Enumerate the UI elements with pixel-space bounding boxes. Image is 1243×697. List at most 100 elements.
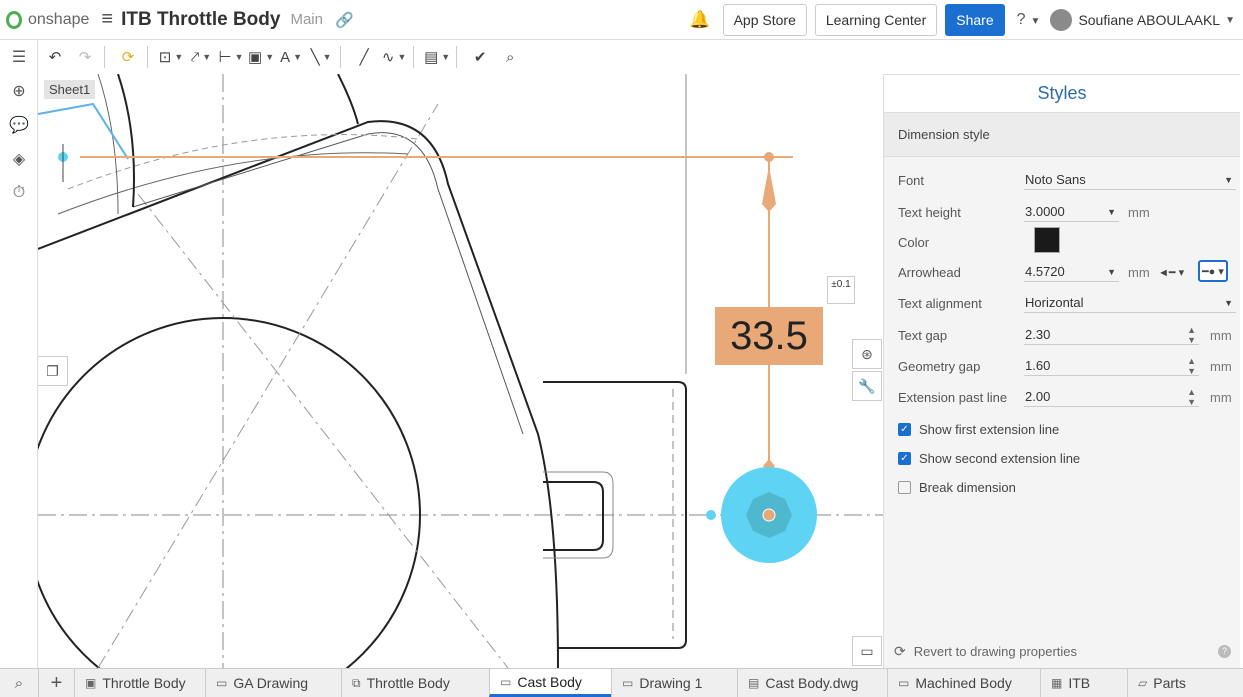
line-icon[interactable]: ╱ bbox=[351, 44, 377, 70]
color-swatch[interactable] bbox=[1034, 227, 1060, 253]
toolbar-divider bbox=[104, 46, 105, 68]
text-height-label: Text height bbox=[898, 204, 961, 220]
inspect-icon[interactable]: ⌕ bbox=[497, 44, 523, 70]
undo-icon[interactable]: ↶ bbox=[42, 44, 68, 70]
share-button[interactable]: Share bbox=[945, 4, 1005, 36]
tab-itb[interactable]: ▦ ITB bbox=[1040, 669, 1127, 697]
tab-cast-body-dwg[interactable]: ▤ Cast Body.dwg bbox=[737, 669, 887, 697]
panel-section-header: Dimension style bbox=[884, 113, 1240, 157]
onshape-logo[interactable]: onshape bbox=[6, 10, 89, 29]
show-first-extension-line-checkbox[interactable]: ✓ Show first extension line bbox=[898, 422, 1059, 437]
folder-icon: ▱ bbox=[1138, 676, 1148, 690]
tolerance-badge[interactable]: ±0.1 bbox=[827, 276, 855, 304]
tab-throttle-body-assembly[interactable]: ⧉ Throttle Body bbox=[341, 669, 489, 697]
tab-manager-icon[interactable]: ⌕ bbox=[0, 669, 38, 697]
tab-drawing-1[interactable]: ▭ Drawing 1 bbox=[611, 669, 737, 697]
styles-panel: Styles Dimension style Font Noto Sans ▼ T… bbox=[883, 74, 1240, 668]
app-store-button[interactable]: App Store bbox=[722, 4, 807, 36]
insert-view-icon[interactable]: ⊡ ▼ bbox=[158, 44, 184, 70]
text-alignment-label: Text alignment bbox=[898, 295, 982, 311]
geometry-gap-stepper[interactable]: 1.60 ▲ ▼ bbox=[1024, 356, 1199, 376]
font-select[interactable]: Noto Sans ▼ bbox=[1024, 170, 1236, 190]
wrench-icon[interactable]: 🔧 bbox=[852, 371, 882, 401]
redo-icon[interactable]: ↷ bbox=[72, 44, 98, 70]
appearance-icon[interactable]: ⊛ bbox=[852, 339, 882, 369]
extension-past-line-value: 2.00 bbox=[1025, 389, 1051, 404]
font-value: Noto Sans bbox=[1025, 172, 1086, 187]
tab-machined-body[interactable]: ▭ Machined Body bbox=[887, 669, 1040, 697]
arrowhead-dot-style-icon[interactable]: ━● ▾ bbox=[1198, 260, 1228, 282]
spinner-icon: ▲ ▼ bbox=[1187, 356, 1196, 376]
checkbox-label: Break dimension bbox=[919, 480, 1016, 495]
geometry-gap-unit: mm bbox=[1210, 358, 1232, 374]
text-height-select[interactable]: 3.0000 ▼ bbox=[1024, 202, 1119, 222]
spline-icon[interactable]: ∿ ▼ bbox=[381, 44, 407, 70]
feature-list-icon[interactable]: ☰ bbox=[0, 40, 38, 74]
learning-center-button[interactable]: Learning Center bbox=[814, 4, 938, 36]
help-icon[interactable]: ? ▼ bbox=[1017, 11, 1041, 29]
extension-past-line-row: Extension past line 2.00 ▲ ▼ mm bbox=[898, 386, 1238, 408]
tab-label: GA Drawing bbox=[233, 675, 309, 691]
note-icon[interactable]: ▣ ▼ bbox=[248, 44, 274, 70]
toolbar-divider bbox=[147, 46, 148, 68]
hamburger-menu-icon[interactable]: ≡ bbox=[101, 8, 113, 31]
spinner-icon: ▲ ▼ bbox=[1187, 325, 1196, 345]
checkbox-label: Show first extension line bbox=[919, 422, 1060, 437]
arrowhead-size-select[interactable]: 4.5720 ▼ bbox=[1024, 262, 1119, 282]
projected-view-icon[interactable]: ⤤ ▼ bbox=[188, 44, 214, 70]
geometry-gap-row: Geometry gap 1.60 ▲ ▼ mm bbox=[898, 355, 1238, 377]
document-branch[interactable]: Main bbox=[290, 11, 323, 28]
export-dxf-icon[interactable]: ▤ ▼ bbox=[424, 44, 450, 70]
text-icon[interactable]: A ▼ bbox=[278, 44, 304, 70]
tab-ga-drawing[interactable]: ▭ GA Drawing bbox=[205, 669, 341, 697]
left-rail: ☰ ⊕ 💬 ◈ ⏱ bbox=[0, 40, 38, 668]
onshape-logo-icon bbox=[6, 10, 22, 29]
color-row: Color bbox=[898, 227, 1238, 253]
centerline-icon[interactable]: ╲ ▼ bbox=[308, 44, 334, 70]
document-title[interactable]: ITB Throttle Body bbox=[121, 9, 280, 31]
dimension-icon[interactable]: ⊢ ▼ bbox=[218, 44, 244, 70]
assembly-icon: ⧉ bbox=[352, 675, 361, 690]
add-tab-button[interactable]: + bbox=[38, 669, 74, 697]
tab-label: Parts bbox=[1153, 675, 1186, 691]
text-height-row: Text height 3.0000 ▼ mm bbox=[898, 201, 1238, 223]
text-gap-stepper[interactable]: 2.30 ▲ ▼ bbox=[1024, 325, 1199, 345]
tab-label: Machined Body bbox=[915, 675, 1012, 691]
checkbox-checked-icon: ✓ bbox=[898, 452, 911, 465]
extension-past-line-stepper[interactable]: 2.00 ▲ ▼ bbox=[1024, 387, 1199, 407]
comments-icon[interactable]: 💬 bbox=[0, 108, 38, 142]
dwg-file-icon: ▤ bbox=[748, 676, 760, 690]
revert-label: Revert to drawing properties bbox=[913, 644, 1078, 659]
tab-label: Drawing 1 bbox=[639, 675, 703, 691]
drawing-icon: ▭ bbox=[898, 676, 910, 690]
drawing-canvas[interactable]: Sheet1 ❐ 33.5 ±0.1 ⊛ 🔧 ▭ bbox=[38, 74, 883, 668]
drawing-icon: ▭ bbox=[622, 676, 634, 690]
check-icon[interactable]: ✔ bbox=[467, 44, 493, 70]
notifications-bell-icon[interactable]: 🔔 bbox=[689, 10, 710, 30]
link-icon[interactable]: 🔗 bbox=[335, 11, 354, 29]
help-icon[interactable]: ? bbox=[1218, 645, 1231, 658]
user-avatar[interactable] bbox=[1050, 9, 1073, 31]
sheet-label[interactable]: Sheet1 bbox=[44, 80, 96, 99]
layers-icon[interactable]: ❐ bbox=[38, 356, 68, 386]
tab-parts[interactable]: ▱ Parts bbox=[1127, 669, 1223, 697]
break-dimension-checkbox[interactable]: Break dimension bbox=[898, 480, 1016, 495]
tab-cast-body[interactable]: ▭ Cast Body bbox=[489, 669, 611, 697]
parts-icon[interactable]: ◈ bbox=[0, 142, 38, 176]
tab-throttle-body-partstudio[interactable]: ▣ Throttle Body bbox=[74, 669, 205, 697]
text-gap-row: Text gap 2.30 ▲ ▼ mm bbox=[898, 324, 1238, 346]
toolbar-divider bbox=[340, 46, 342, 68]
insert-icon[interactable]: ⊕ bbox=[0, 74, 38, 108]
revert-to-drawing-properties-button[interactable]: ⟳ Revert to drawing properties ? bbox=[894, 643, 1231, 660]
text-alignment-select[interactable]: Horizontal ▼ bbox=[1024, 293, 1236, 313]
user-name[interactable]: Soufiane ABOULAAKL bbox=[1078, 12, 1220, 28]
history-icon[interactable]: ⏱ bbox=[0, 176, 38, 210]
arrowhead-style-icon[interactable]: ◄━ ▾ bbox=[1158, 261, 1184, 283]
panel-title: Styles bbox=[884, 75, 1240, 113]
show-second-extension-line-checkbox[interactable]: ✓ Show second extension line bbox=[898, 451, 1080, 466]
user-menu-caret-icon[interactable]: ▼ bbox=[1225, 15, 1235, 26]
update-icon[interactable]: ⟳ bbox=[115, 44, 141, 70]
arrowhead-unit: mm bbox=[1128, 264, 1150, 280]
view-cube-icon[interactable]: ▭ bbox=[852, 636, 882, 666]
dimension-value[interactable]: 33.5 bbox=[715, 307, 823, 365]
